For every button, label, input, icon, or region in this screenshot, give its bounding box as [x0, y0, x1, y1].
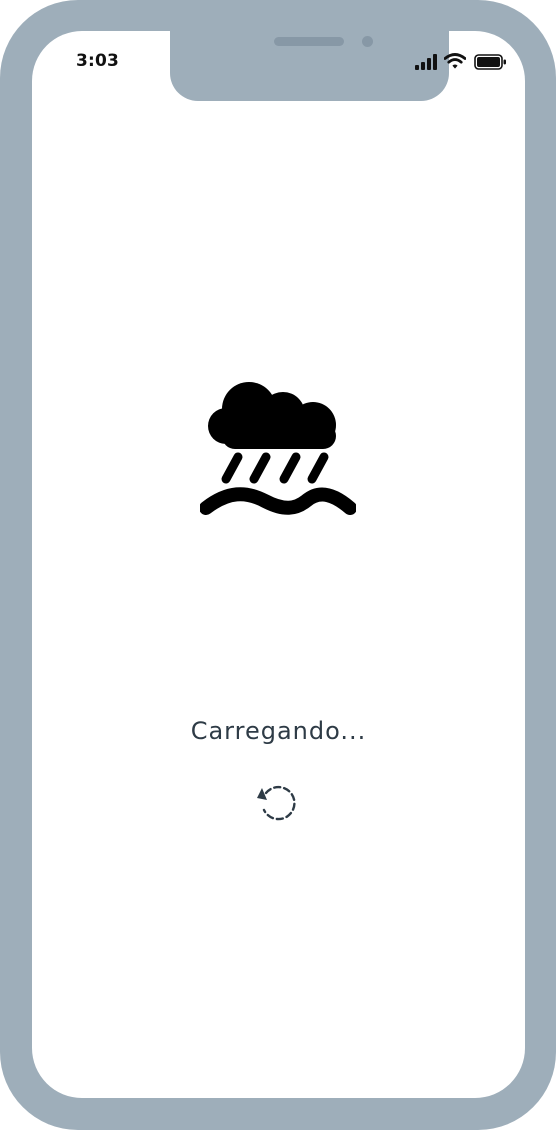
front-camera	[362, 36, 373, 47]
speaker-grille	[274, 37, 344, 46]
battery-icon	[474, 54, 506, 70]
phone-screen: 3:03 Carregando...	[32, 31, 525, 1098]
cellular-signal-icon	[415, 54, 437, 70]
refresh-spinner-icon	[257, 785, 296, 821]
phone-frame: 3:03 Carregando...	[0, 0, 556, 1130]
notch	[170, 31, 449, 101]
status-bar-time: 3:03	[76, 51, 120, 71]
loading-text: Carregando...	[190, 717, 367, 745]
cloud-rain-flood-icon	[200, 382, 356, 515]
wifi-icon	[444, 53, 466, 69]
status-bar-icons	[415, 53, 507, 71]
